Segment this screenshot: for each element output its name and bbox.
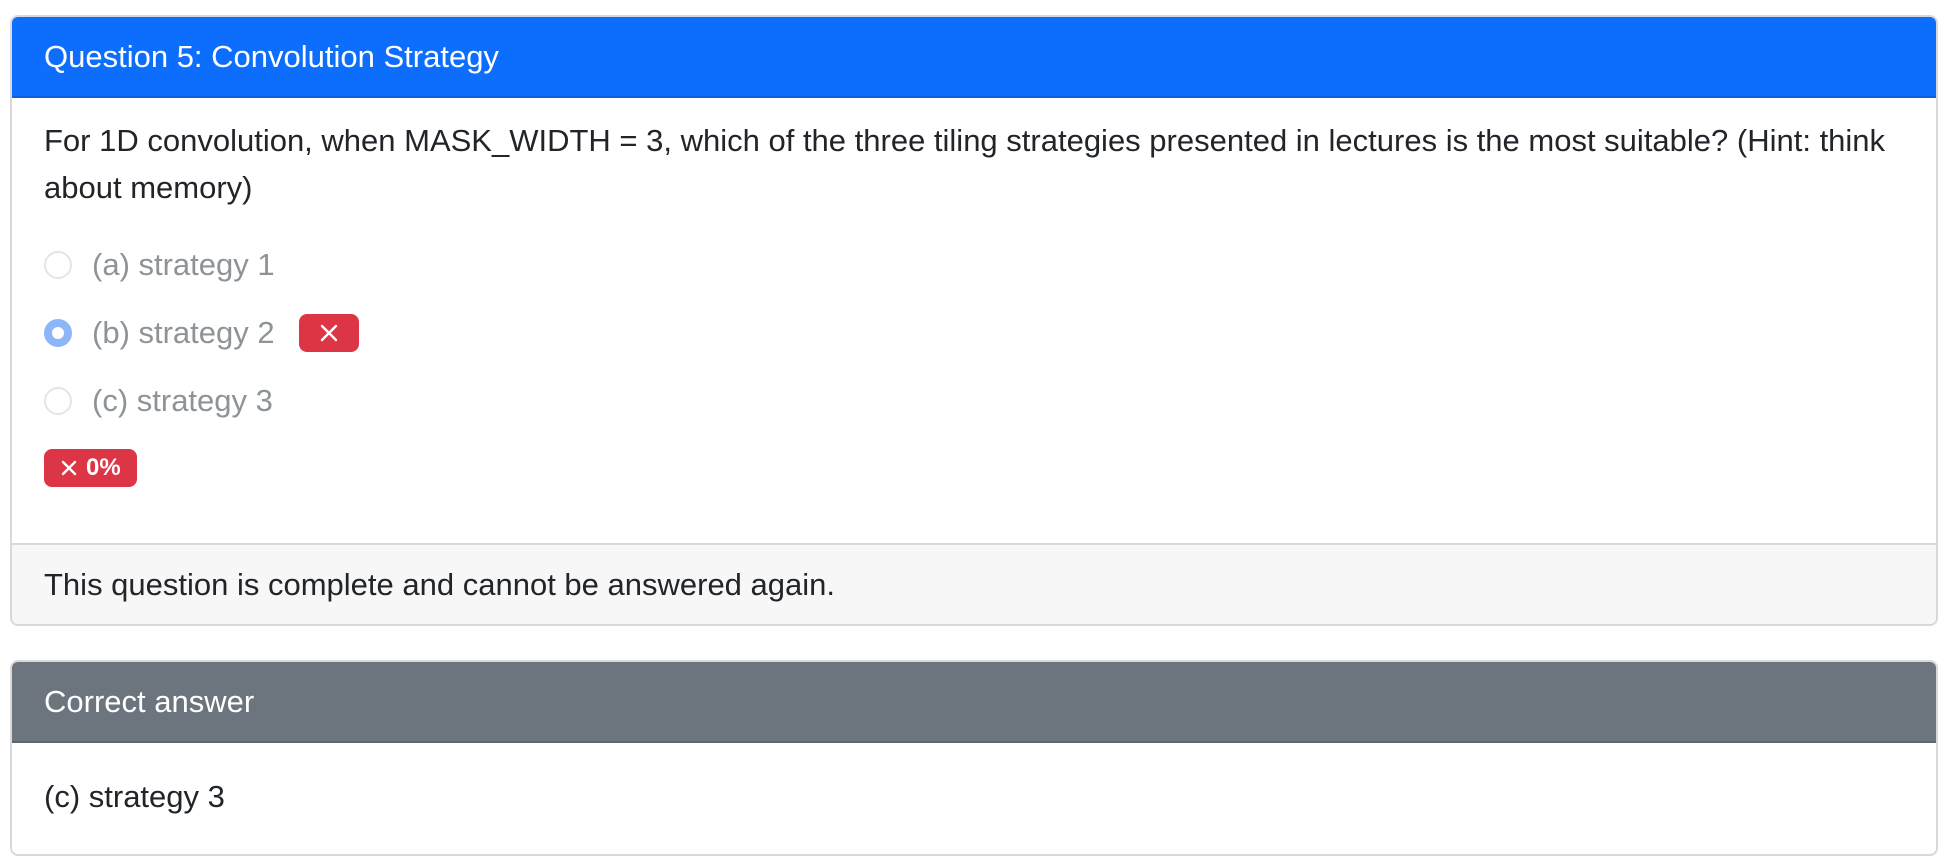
score-badge: 0% [44,449,137,487]
incorrect-badge [298,314,359,352]
option-b-radio[interactable] [44,319,72,347]
answer-header: Correct answer [12,662,1936,743]
question-header: Question 5: Convolution Strategy [12,17,1936,98]
option-c-radio[interactable] [44,387,72,415]
question-footer: This question is complete and cannot be … [12,543,1936,624]
x-icon [320,324,337,342]
correct-answer-text: (c) strategy 3 [44,779,225,814]
answer-title: Correct answer [44,683,255,719]
question-title: Question 5: Convolution Strategy [44,38,499,74]
answer-body: (c) strategy 3 [12,743,1936,820]
option-b[interactable]: (b) strategy 2 [44,299,1904,367]
answer-options: (a) strategy 1 (b) strategy 2 (c) strate… [44,231,1904,435]
option-a-radio[interactable] [44,251,72,279]
option-a[interactable]: (a) strategy 1 [44,231,1904,299]
question-prompt: For 1D convolution, when MASK_WIDTH = 3,… [44,123,1886,205]
option-b-label: (b) strategy 2 [92,315,275,350]
x-icon [61,460,77,476]
question-body: For 1D convolution, when MASK_WIDTH = 3,… [12,117,1936,487]
option-c[interactable]: (c) strategy 3 [44,367,1904,435]
option-c-label: (c) strategy 3 [92,383,273,418]
completion-message: This question is complete and cannot be … [44,566,835,602]
answer-card: Correct answer (c) strategy 3 [10,660,1938,856]
option-a-label: (a) strategy 1 [92,247,275,282]
score-value: 0% [86,454,121,481]
question-card: Question 5: Convolution Strategy For 1D … [10,15,1938,626]
